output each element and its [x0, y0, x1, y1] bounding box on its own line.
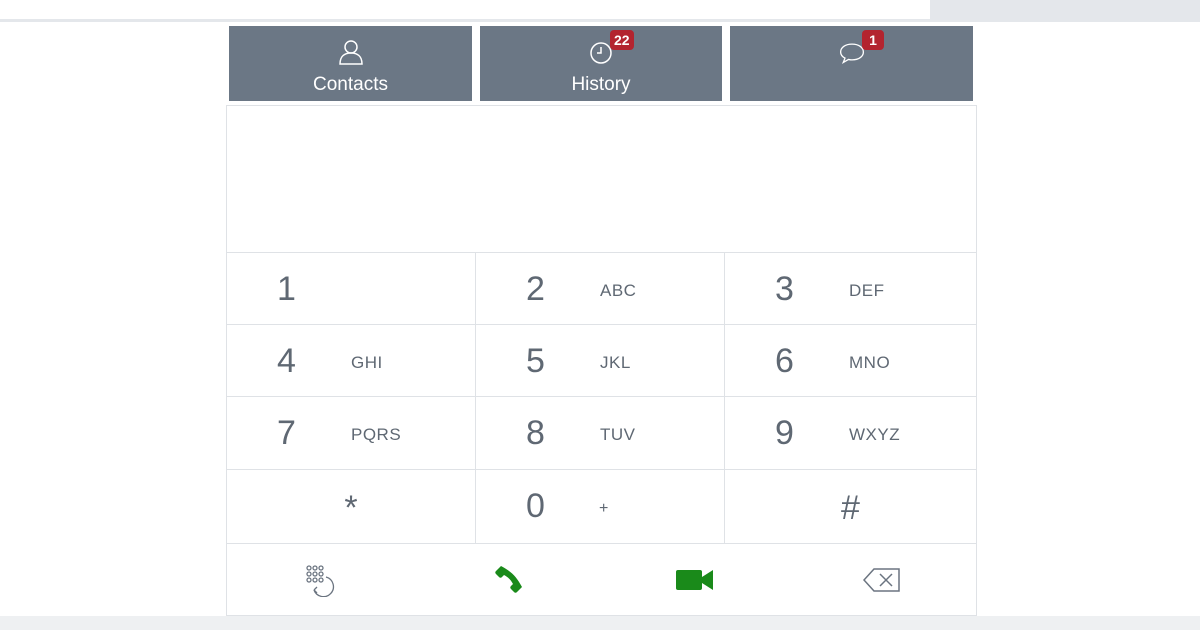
key-letters: + — [599, 500, 609, 517]
backspace-button[interactable] — [788, 544, 975, 616]
key-3[interactable]: 3 DEF — [725, 253, 976, 325]
key-5[interactable]: 5 JKL — [476, 325, 725, 397]
call-button[interactable] — [414, 544, 601, 616]
phone-icon — [494, 566, 522, 593]
number-display[interactable] — [227, 106, 976, 252]
key-letters: WXYZ — [849, 425, 901, 444]
key-digit: 7 — [277, 414, 296, 452]
top-bar-field — [0, 0, 930, 19]
history-badge: 22 — [610, 30, 634, 50]
bottom-bar — [0, 616, 1200, 630]
messages-badge: 1 — [862, 30, 884, 50]
keypad-redial-button[interactable] — [227, 544, 414, 616]
key-digit: 2 — [526, 270, 545, 308]
key-star[interactable]: * — [227, 470, 476, 544]
tab-messages[interactable]: 1 — [730, 26, 973, 101]
key-4[interactable]: 4 GHI — [227, 325, 476, 397]
keypad-redial-icon — [305, 565, 334, 597]
video-camera-icon — [675, 570, 713, 590]
key-9[interactable]: 9 WXYZ — [725, 397, 976, 470]
key-hash[interactable]: # — [725, 470, 976, 544]
key-digit: * — [344, 489, 358, 527]
tab-contacts[interactable]: Contacts — [229, 26, 472, 101]
dialer-panel: 1 2 ABC 3 DEF 4 GHI 5 JKL 6 MNO 7 PQRS 8… — [226, 105, 977, 616]
video-call-button[interactable] — [601, 544, 788, 616]
key-letters: GHI — [351, 353, 383, 372]
tab-contacts-label: Contacts — [313, 74, 388, 95]
key-digit: # — [841, 489, 860, 527]
key-digit: 5 — [526, 342, 545, 380]
top-bar — [0, 0, 1200, 22]
key-6[interactable]: 6 MNO — [725, 325, 976, 397]
key-letters: JKL — [600, 353, 631, 372]
key-digit: 9 — [775, 414, 794, 452]
key-7[interactable]: 7 PQRS — [227, 397, 476, 470]
action-bar — [227, 543, 976, 616]
key-letters: ABC — [600, 281, 637, 300]
key-digit: 4 — [277, 342, 296, 380]
keypad: 1 2 ABC 3 DEF 4 GHI 5 JKL 6 MNO 7 PQRS 8… — [227, 252, 976, 544]
key-1[interactable]: 1 — [227, 253, 476, 325]
key-2[interactable]: 2 ABC — [476, 253, 725, 325]
person-icon — [338, 40, 363, 65]
tab-history[interactable]: 22 History — [480, 26, 722, 101]
key-letters: TUV — [600, 425, 636, 444]
key-letters: MNO — [849, 353, 891, 372]
key-letters: PQRS — [351, 425, 402, 444]
key-letters: DEF — [849, 281, 885, 300]
key-digit: 8 — [526, 414, 545, 452]
key-0[interactable]: 0 + — [476, 470, 725, 544]
tab-history-label: History — [571, 74, 631, 95]
key-8[interactable]: 8 TUV — [476, 397, 725, 470]
key-digit: 1 — [277, 270, 296, 308]
key-digit: 0 — [526, 487, 545, 525]
backspace-icon — [862, 568, 900, 592]
key-digit: 3 — [775, 270, 794, 308]
key-digit: 6 — [775, 342, 794, 380]
